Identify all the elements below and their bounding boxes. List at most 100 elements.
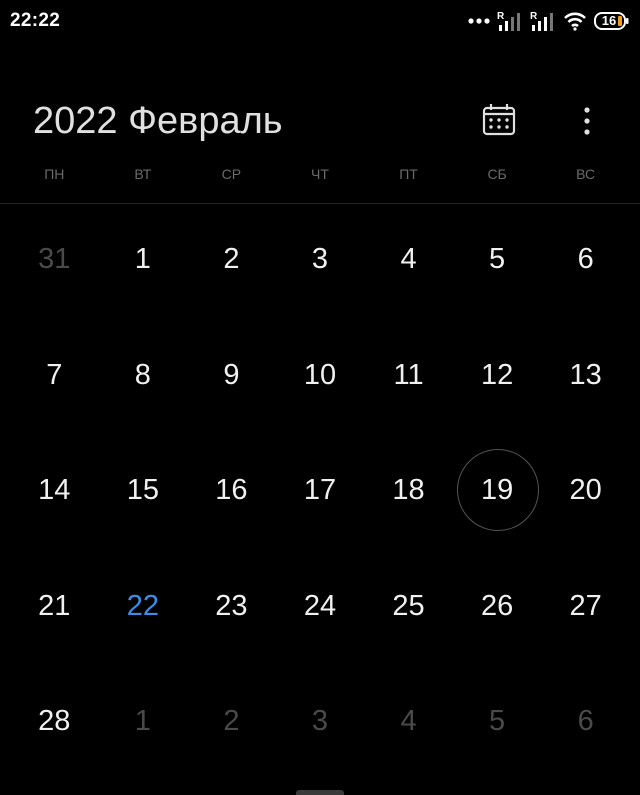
day-number: 16 (215, 474, 248, 506)
day-cell[interactable]: 18 (364, 436, 453, 552)
day-number: 14 (38, 474, 71, 506)
svg-text:R: R (530, 11, 538, 22)
day-cell[interactable]: 24 (276, 552, 365, 668)
day-cell[interactable]: 26 (453, 552, 542, 668)
day-cell[interactable]: 17 (276, 436, 365, 552)
month-grid: 31 1 2 3 4 5 6 7 8 9 10 11 12 13 14 15 16 17 18 19 20 21 22 23 2… (10, 205, 630, 783)
day-number: 13 (569, 358, 602, 391)
more-notifications-icon (468, 18, 490, 24)
day-cell[interactable]: 16 (187, 436, 276, 552)
svg-text:R: R (497, 11, 505, 22)
day-cell[interactable]: 20 (541, 436, 630, 552)
day-cell-today[interactable]: 22 (99, 552, 188, 668)
day-cell[interactable]: 2 (187, 667, 276, 783)
day-number: 8 (134, 358, 151, 391)
month-label: Февраль (128, 100, 283, 142)
day-number: 1 (134, 705, 151, 737)
day-number: 3 (311, 243, 329, 275)
year-label: 2022 (33, 100, 118, 142)
day-number: 1 (134, 243, 151, 275)
day-number: 20 (569, 474, 602, 506)
day-number: 28 (38, 705, 71, 737)
day-cell[interactable]: 11 (364, 321, 453, 437)
day-number: 3 (311, 705, 329, 737)
day-cell[interactable]: 3 (276, 667, 365, 783)
day-number: 5 (489, 243, 506, 275)
signal-roaming-icon: R (497, 11, 520, 31)
day-number: 7 (46, 358, 63, 391)
day-cell[interactable]: 28 (10, 667, 99, 783)
day-cell[interactable]: 6 (541, 205, 630, 321)
week-row: 28 1 2 3 4 5 6 (10, 667, 630, 783)
day-number: 15 (126, 474, 159, 506)
weekday-label: СБ (487, 166, 507, 182)
day-cell[interactable]: 1 (99, 667, 188, 783)
day-number: 31 (38, 243, 71, 275)
day-number: 2 (223, 705, 240, 737)
weekday-label: СР (221, 166, 242, 182)
day-number: 23 (215, 589, 248, 622)
week-row: 21 22 23 24 25 26 27 (10, 552, 630, 668)
day-number: 18 (392, 474, 425, 506)
day-cell[interactable]: 25 (364, 552, 453, 668)
day-cell[interactable]: 1 (99, 205, 188, 321)
wifi-icon (564, 12, 586, 31)
day-number: 12 (480, 358, 514, 391)
weekday-header: ПН ВТ СР ЧТ ПТ СБ ВС (10, 166, 630, 182)
divider (0, 203, 640, 204)
status-bar: 22:22 R R 16 (0, 0, 640, 44)
day-number: 5 (489, 705, 506, 737)
day-cell[interactable]: 31 (10, 205, 99, 321)
day-number: 24 (303, 589, 337, 622)
day-number: 22 (126, 589, 159, 622)
status-icons: R R 16 (468, 9, 630, 33)
day-number: 4 (400, 705, 417, 737)
day-cell[interactable]: 10 (276, 321, 365, 437)
day-number: 6 (577, 705, 594, 737)
week-row: 7 8 9 10 11 12 13 (10, 321, 630, 437)
sheet-handle[interactable] (296, 790, 344, 795)
day-cell[interactable]: 2 (187, 205, 276, 321)
day-number: 19 (480, 474, 514, 506)
day-cell[interactable]: 7 (10, 321, 99, 437)
day-number: 17 (303, 474, 337, 506)
day-cell[interactable]: 23 (187, 552, 276, 668)
week-row: 31 1 2 3 4 5 6 (10, 205, 630, 321)
day-cell[interactable]: 5 (453, 205, 542, 321)
day-cell[interactable]: 15 (99, 436, 188, 552)
weekday-label: ВТ (134, 166, 152, 182)
battery-level: 16 (601, 13, 617, 28)
day-number: 26 (480, 589, 514, 622)
month-title[interactable]: 2022 Февраль (33, 100, 283, 143)
calendar-icon[interactable] (480, 102, 518, 138)
weekday-label: ПН (44, 166, 65, 182)
day-cell[interactable]: 8 (99, 321, 188, 437)
day-cell-selected[interactable]: 19 (453, 436, 542, 552)
day-number: 25 (392, 589, 425, 622)
day-cell[interactable]: 4 (364, 667, 453, 783)
day-number: 11 (393, 358, 424, 391)
day-cell[interactable]: 3 (276, 205, 365, 321)
day-cell[interactable]: 6 (541, 667, 630, 783)
signal-roaming-icon-2: R (530, 11, 553, 31)
weekday-label: ВС (576, 166, 596, 182)
day-cell[interactable]: 21 (10, 552, 99, 668)
day-cell[interactable]: 9 (187, 321, 276, 437)
day-cell[interactable]: 12 (453, 321, 542, 437)
more-vertical-icon[interactable] (575, 102, 599, 138)
day-cell[interactable]: 5 (453, 667, 542, 783)
day-number: 10 (303, 358, 337, 391)
status-time: 22:22 (10, 10, 61, 31)
day-number: 6 (577, 243, 594, 275)
day-number: 9 (223, 358, 240, 391)
day-number: 21 (38, 589, 71, 622)
day-cell[interactable]: 4 (364, 205, 453, 321)
day-cell[interactable]: 27 (541, 552, 630, 668)
day-cell[interactable]: 13 (541, 321, 630, 437)
week-row: 14 15 16 17 18 19 20 (10, 436, 630, 552)
day-cell[interactable]: 14 (10, 436, 99, 552)
day-number: 2 (223, 243, 240, 275)
weekday-label: ПТ (399, 166, 418, 182)
weekday-label: ЧТ (311, 166, 329, 182)
battery-icon: 16 (594, 12, 630, 30)
